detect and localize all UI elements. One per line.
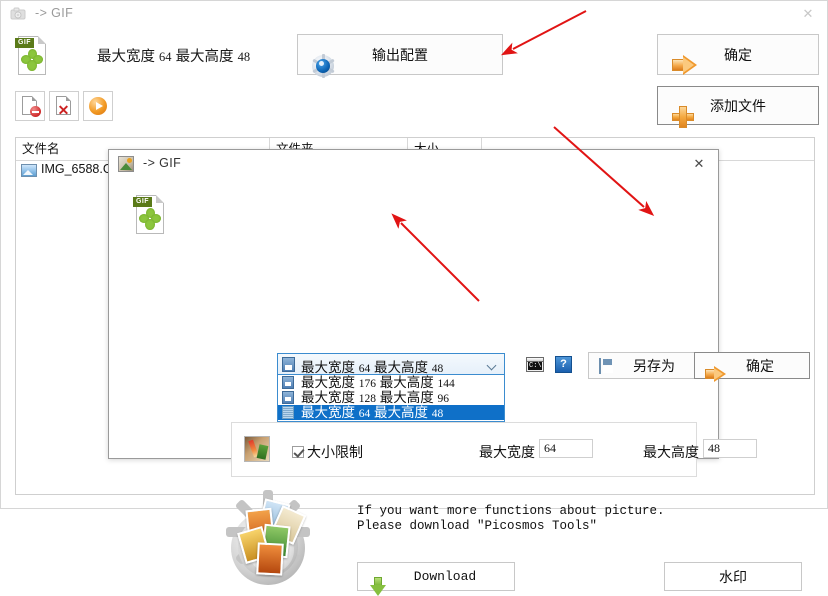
combo-width-value: 64 [358,363,371,375]
output-config-button[interactable]: 输出配置 [297,34,503,78]
confirm-button-main[interactable]: 确定 [657,34,819,75]
main-window-close-button[interactable]: ✕ [797,5,819,23]
size-limit-checkbox[interactable]: 大小限制 [292,442,363,462]
option-height-value: 96 [437,393,450,405]
gif-badge-label: GIF [133,197,152,207]
preset-icon [282,391,294,404]
combo-width-label: 最大宽度 [301,360,355,375]
option-height-value: 144 [437,378,455,390]
option-width-label: 最大宽度 [301,405,355,420]
dropdown-option-176x144[interactable]: 最大宽度 176 最大高度 144 [278,375,504,390]
combo-height-value: 48 [431,363,444,375]
gif-file-icon: GIF [15,36,49,76]
picture-icon [118,156,134,172]
max-width-label: 最大宽度 [479,444,535,460]
clear-list-button[interactable]: ✕ [49,91,79,121]
preset-selected-text: 最大宽度 64 最大高度 48 [301,356,443,376]
preset-icon [282,376,294,389]
checkbox-box[interactable] [292,446,304,458]
combo-height-label: 最大高度 [374,360,429,375]
option-width-label: 最大宽度 [301,390,355,405]
max-height-label: 最大高度 [643,444,699,460]
remove-badge-icon [30,106,41,117]
download-button[interactable]: Download [357,562,515,596]
main-max-width-value: 64 [159,50,172,64]
option-width-value: 176 [358,378,377,390]
option-width-value: 64 [358,408,371,420]
add-file-button[interactable]: 添加文件 [657,86,819,128]
main-max-height-label: 最大高度 [175,49,234,65]
play-icon [89,97,107,115]
gif-file-icon: GIF [133,195,167,235]
remove-file-button[interactable] [15,91,45,121]
max-width-input[interactable]: 64 [539,439,593,458]
size-limit-label: 大小限制 [307,444,363,460]
dropdown-option-64x48[interactable]: 最大宽度 64 最大高度 48 [278,405,504,420]
save-as-button[interactable]: 另存为 [588,352,704,379]
watermark-label: 水印 [719,568,747,585]
max-height-input[interactable]: 48 [703,439,757,458]
start-convert-button[interactable] [83,91,113,121]
option-height-value: 48 [431,408,444,420]
main-size-summary: 最大宽度 64 最大高度 48 [97,45,250,66]
command-line-text: C:\. [528,362,543,370]
watermark-button[interactable]: 水印 [664,562,802,591]
dropdown-option-128x96[interactable]: 最大宽度 128 最大高度 96 [278,390,504,405]
option-height-label: 最大高度 [379,375,434,390]
size-limit-group: 大小限制 最大宽度 64 最大高度 48 [231,422,757,477]
preset-size-dropdown-list[interactable]: 最大宽度 176 最大高度 144 最大宽度 128 最大高度 96 最大宽度 … [277,375,505,422]
x-mark-icon: ✕ [57,104,70,119]
main-window-titlebar[interactable]: -> GIF ✕ [1,1,827,27]
gif-badge-label: GIF [15,38,34,48]
camera-icon [10,6,26,22]
resize-icon [244,436,270,462]
main-window-title: -> GIF [35,6,74,20]
main-max-height-value: 48 [237,50,251,64]
dialog-titlebar[interactable]: -> GIF ✕ [109,150,718,178]
floppy-disk-icon [599,357,601,374]
help-icon[interactable]: ? [555,356,572,373]
option-height-label: 最大高度 [379,390,434,405]
chevron-down-icon[interactable] [488,362,497,368]
confirm-button-dialog[interactable]: 确定 [694,352,810,382]
option-width-label: 最大宽度 [301,375,355,390]
main-max-width-label: 最大宽度 [97,49,155,65]
image-file-icon [21,164,37,177]
command-line-icon[interactable]: C:\. [526,357,544,372]
dialog-close-button[interactable]: ✕ [686,154,712,174]
option-height-label: 最大高度 [374,405,429,420]
dialog-title: -> GIF [143,156,182,170]
gif-options-dialog: -> GIF ✕ GIF 最大宽度 64 最大高度 48 最大宽度 176 最大… [108,149,810,596]
preset-size-combobox[interactable]: 最大宽度 64 最大高度 48 [277,353,505,375]
preset-icon [282,406,294,419]
preset-icon [282,357,295,372]
option-width-value: 128 [358,393,377,405]
